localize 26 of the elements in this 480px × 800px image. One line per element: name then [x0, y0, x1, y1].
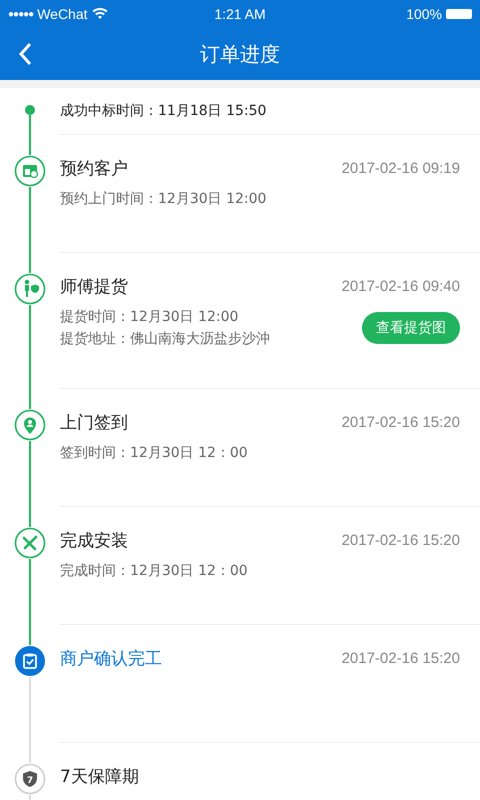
step-time: 2017-02-16 09:40 — [342, 278, 460, 295]
step-detail: 提货时间：12月30日 12:00 — [60, 308, 240, 326]
step-detail: 完成时间：12月30日 12：00 — [60, 562, 248, 580]
page-title: 订单进度 — [200, 40, 280, 68]
step-time: 2017-02-16 15:20 — [342, 532, 460, 549]
step-time: 2017-02-16 09:19 — [342, 160, 460, 177]
step-title: 预约客户 — [60, 158, 128, 180]
step-time: 2017-02-16 15:20 — [342, 414, 460, 431]
step-title: 商户确认完工 — [60, 648, 162, 670]
step-title: 师傅提货 — [60, 276, 128, 298]
battery-icon — [446, 9, 472, 19]
step-title: 完成安装 — [60, 530, 128, 552]
step-detail: 提货地址：佛山南海大沥盐步沙沖 — [60, 330, 270, 348]
carrier-name: WeChat — [37, 6, 88, 22]
step-detail: 签到时间：12月30日 12：00 — [60, 444, 248, 462]
step-time: 2017-02-16 15:20 — [342, 650, 460, 667]
view-photo-button[interactable]: 查看提货图 — [362, 312, 460, 344]
signal-strength: ●●●●● — [8, 8, 34, 20]
bid-time: 成功中标时间：11月18日 15:50 — [60, 102, 268, 121]
clock: 1:21 AM — [214, 6, 266, 22]
step-title: 7天保障期 — [60, 766, 139, 788]
step-detail: 预约上门时间：12月30日 12:00 — [60, 190, 266, 208]
shield-icon: 7 — [14, 763, 46, 795]
step-title: 上门签到 — [60, 412, 128, 434]
battery-percent: 100% — [406, 6, 442, 22]
wifi-icon — [92, 8, 108, 20]
